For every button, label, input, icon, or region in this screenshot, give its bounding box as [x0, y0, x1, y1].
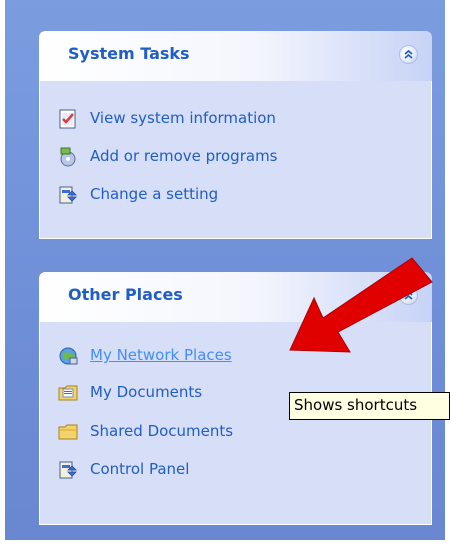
annotation-arrow — [289, 257, 433, 353]
